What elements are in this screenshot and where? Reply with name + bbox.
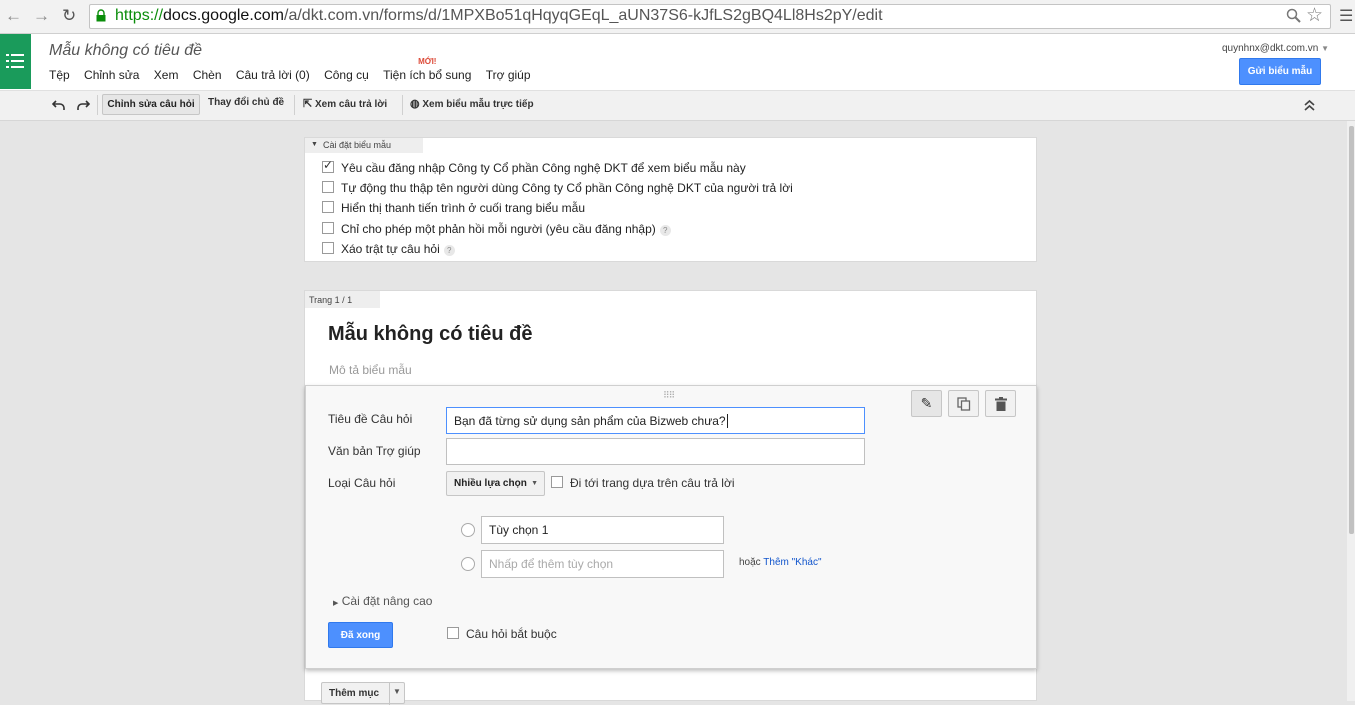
view-live-form-button[interactable]: ◍ Xem biểu mẫu trực tiếp <box>410 97 534 110</box>
send-form-button[interactable]: Gửi biểu mẫu <box>1239 58 1321 85</box>
caret-right-icon: ▶ <box>333 600 339 607</box>
checkbox[interactable] <box>447 627 459 639</box>
done-button[interactable]: Đã xong <box>328 622 393 648</box>
chrome-menu-icon[interactable]: ☰ <box>1339 6 1353 26</box>
menu-view[interactable]: Xem <box>154 68 179 82</box>
caret-down-icon: ▼ <box>311 141 318 148</box>
checkbox[interactable] <box>322 242 334 254</box>
trash-icon <box>994 396 1007 411</box>
form-title[interactable]: Mẫu không có tiêu đề <box>328 323 532 346</box>
option-radio <box>461 557 475 571</box>
menu-file[interactable]: Tệp <box>49 68 70 82</box>
chevron-down-icon: ▼ <box>1321 44 1330 53</box>
setting-shuffle-questions[interactable]: Xáo trật tự câu hỏi? <box>322 242 455 256</box>
menu-responses[interactable]: Câu trả lời (0) <box>236 68 310 82</box>
edit-question-button[interactable]: ✎ <box>911 390 942 417</box>
duplicate-question-button[interactable] <box>948 390 979 417</box>
question-type-select[interactable]: Nhiều lựa chọn ▼ <box>446 471 545 496</box>
change-theme-button[interactable]: Thay đổi chủ đề <box>208 97 284 108</box>
back-icon[interactable]: ← <box>5 7 22 25</box>
checkbox[interactable] <box>551 476 563 488</box>
reload-icon[interactable]: ↻ <box>62 7 76 25</box>
delete-question-button[interactable] <box>985 390 1016 417</box>
menu-bar: Tệp Chỉnh sửa Xem Chèn Câu trả lời (0) C… <box>49 57 542 82</box>
question-type-label: Loại Câu hỏi <box>328 476 396 490</box>
toolbar-divider <box>402 95 403 115</box>
menu-insert[interactable]: Chèn <box>193 68 222 82</box>
bookmark-star-icon[interactable]: ☆ <box>1306 4 1323 27</box>
add-other-option: hoặc Thêm "Khác" <box>739 557 822 568</box>
go-to-page-option[interactable]: Đi tới trang dựa trên câu trả lời <box>551 476 735 490</box>
help-icon[interactable]: ? <box>443 245 455 256</box>
zoom-icon[interactable] <box>1286 8 1301 23</box>
setting-require-login[interactable]: Yêu cầu đăng nhập Công ty Cổ phần Công n… <box>322 158 746 175</box>
drag-handle-icon[interactable]: ⠿⠿ <box>663 390 675 401</box>
help-text-label: Văn bản Trợ giúp <box>328 444 421 458</box>
question-title-input[interactable]: Bạn đã từng sử dụng sản phẩm của Bizweb … <box>446 407 865 434</box>
form-settings-toggle[interactable]: ▼ Cài đặt biểu mẫu <box>305 138 423 153</box>
menu-addons[interactable]: MỚI! Tiện ích bổ sung <box>383 57 471 82</box>
account-switcher[interactable]: quynhnx@dkt.com.vn ▼ <box>1222 43 1329 54</box>
app-header: Mẫu không có tiêu đề Tệp Chỉnh sửa Xem C… <box>0 34 1355 91</box>
menu-help[interactable]: Trợ giúp <box>486 68 531 82</box>
checkbox[interactable] <box>322 158 334 173</box>
undo-icon[interactable] <box>52 99 66 111</box>
edit-questions-button[interactable]: Chỉnh sửa câu hỏi <box>102 94 200 115</box>
menu-edit[interactable]: Chỉnh sửa <box>84 68 139 82</box>
add-option-input[interactable]: Nhấp để thêm tùy chọn <box>481 550 724 578</box>
globe-icon: ◍ <box>410 98 420 110</box>
toolbar-divider <box>97 95 98 115</box>
help-icon[interactable]: ? <box>659 225 671 236</box>
option-radio <box>461 523 475 537</box>
lock-icon <box>96 9 106 22</box>
button-divider <box>389 683 390 705</box>
address-bar[interactable]: https://docs.google.com/a/dkt.com.vn/for… <box>89 4 1331 29</box>
forms-home-icon[interactable] <box>0 34 31 89</box>
checkbox[interactable] <box>322 222 334 234</box>
help-text-input[interactable] <box>446 438 865 465</box>
advanced-settings-toggle[interactable]: ▶ Cài đặt nâng cao <box>333 594 432 608</box>
caret-down-icon: ▼ <box>531 480 538 487</box>
question-editor: ⠿⠿ ✎ Tiêu đề Câu hỏi Bạn đã từng sử dụng… <box>305 385 1037 669</box>
checkbox[interactable] <box>322 201 334 213</box>
setting-progress-bar[interactable]: Hiển thị thanh tiến trình ở cuối trang b… <box>322 201 585 215</box>
collapse-header-icon[interactable] <box>1304 99 1315 111</box>
add-other-link[interactable]: Thêm "Khác" <box>763 557 821 568</box>
browser-toolbar: ← → ↻ https://docs.google.com/a/dkt.com.… <box>0 0 1355 34</box>
question-title-label: Tiêu đề Câu hỏi <box>328 412 413 426</box>
page-tab: Trang 1 / 1 <box>305 291 380 308</box>
new-badge: MỚI! <box>418 57 437 66</box>
option-1-input[interactable]: Tùy chọn 1 <box>481 516 724 544</box>
scrollbar-thumb[interactable] <box>1349 126 1354 534</box>
form-description-field[interactable]: Mô tả biểu mẫu <box>329 363 412 377</box>
document-title[interactable]: Mẫu không có tiêu đề <box>49 42 202 60</box>
view-responses-button[interactable]: ⇱ Xem câu trả lời <box>303 97 387 110</box>
editor-toolbar: Chỉnh sửa câu hỏi Thay đổi chủ đề ⇱ Xem … <box>0 91 1355 121</box>
setting-one-response[interactable]: Chỉ cho phép một phản hồi mỗi người (yêu… <box>322 222 671 236</box>
caret-down-icon[interactable]: ▼ <box>393 687 401 696</box>
toolbar-divider <box>294 95 295 115</box>
checkbox[interactable] <box>322 181 334 193</box>
redo-icon[interactable] <box>76 99 90 111</box>
export-icon: ⇱ <box>303 98 313 110</box>
setting-collect-username[interactable]: Tự động thu thập tên người dùng Công ty … <box>322 181 793 195</box>
duplicate-icon <box>956 396 970 411</box>
menu-tools[interactable]: Công cụ <box>324 68 369 82</box>
pencil-icon: ✎ <box>920 395 933 411</box>
required-question-option[interactable]: Câu hỏi bắt buộc <box>447 627 557 641</box>
url-text: https://docs.google.com/a/dkt.com.vn/for… <box>115 7 883 24</box>
text-cursor <box>726 413 728 428</box>
form-settings-panel: ▼ Cài đặt biểu mẫu Yêu cầu đăng nhập Côn… <box>304 137 1037 262</box>
forward-icon[interactable]: → <box>33 7 50 25</box>
